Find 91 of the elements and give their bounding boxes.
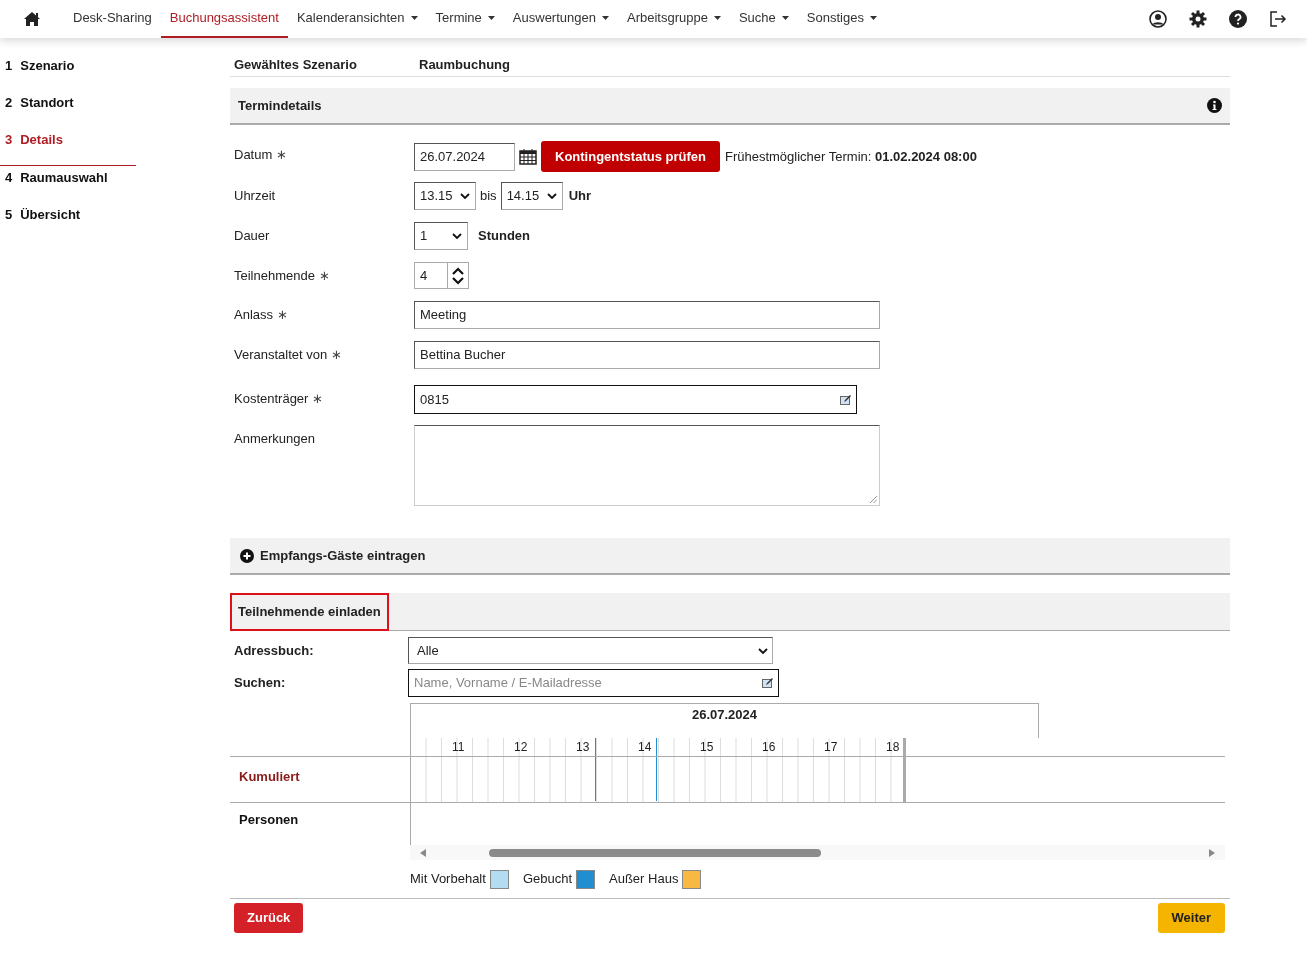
- unit-label: Uhr: [568, 187, 591, 206]
- timeline-row-label: Personen: [239, 811, 299, 829]
- required-mark: ∗: [277, 306, 289, 324]
- calendar-icon[interactable]: [519, 148, 537, 165]
- section-title: Teilnehmende einladen: [230, 592, 389, 631]
- section-title: Termindetails: [238, 96, 322, 115]
- help-icon[interactable]: [1229, 10, 1247, 28]
- legend-label: Mit Vorbehalt: [410, 870, 486, 889]
- field-label: Veranstaltet von: [234, 346, 328, 364]
- text-field[interactable]: Meeting: [414, 301, 880, 329]
- scenario-value: Raumbuchung: [419, 56, 510, 74]
- back-button[interactable]: Zurück: [234, 903, 304, 933]
- caret-icon: [487, 16, 495, 20]
- field-label: Kostenträger: [234, 390, 309, 408]
- plus-circle-icon: [240, 548, 254, 563]
- hour-label: 15: [700, 739, 714, 756]
- hour-label: 11: [452, 739, 465, 756]
- nav-menu-item[interactable]: Arbeitsgruppe: [617, 0, 730, 38]
- nav-menu-item[interactable]: Suche: [729, 0, 798, 38]
- step-link[interactable]: 2 Standort: [0, 91, 136, 128]
- info-icon[interactable]: [1207, 98, 1222, 113]
- hour-label: 16: [762, 739, 776, 756]
- settings-icon[interactable]: [1189, 10, 1207, 28]
- field-label: Anlass: [234, 306, 274, 324]
- field-label: Dauer: [234, 227, 270, 245]
- booking-start-line: [595, 738, 596, 801]
- required-mark: ∗: [312, 390, 324, 408]
- caret-icon: [601, 16, 609, 20]
- step-link[interactable]: 3 Details: [0, 128, 136, 166]
- required-mark: ∗: [331, 346, 343, 364]
- field-label: Datum: [234, 146, 273, 164]
- booking-end-line: [656, 738, 657, 801]
- chevron-down-icon: [460, 193, 470, 199]
- caret-icon: [410, 16, 418, 20]
- caret-icon: [713, 16, 721, 20]
- nav-menu-item[interactable]: Termine: [426, 0, 504, 38]
- timeline-date: 26.07.2024: [691, 706, 758, 724]
- horizontal-scrollbar[interactable]: [410, 845, 1225, 860]
- required-mark: ∗: [276, 146, 288, 164]
- scroll-left-icon[interactable]: [420, 848, 426, 857]
- scenario-label: Gewähltes Szenario: [234, 56, 358, 74]
- caret-icon: [781, 16, 789, 20]
- field-label: Uhrzeit: [234, 187, 276, 205]
- nav-menu-item[interactable]: Desk-Sharing: [64, 0, 161, 38]
- duration-select[interactable]: 1: [414, 222, 468, 250]
- nav-menu-item[interactable]: Sonstiges: [797, 0, 886, 38]
- date-field[interactable]: 26.07.2024: [414, 142, 515, 171]
- check-quota-button[interactable]: Kontingentstatus prüfen: [541, 141, 720, 172]
- chevron-down-icon: [758, 647, 768, 654]
- unit-label: Stunden: [478, 227, 530, 246]
- chevron-down-icon: [546, 193, 557, 199]
- timeline-row-label: Kumuliert: [239, 768, 300, 786]
- home-icon[interactable]: [23, 11, 41, 27]
- required-mark: ∗: [318, 267, 330, 285]
- hour-label: 18: [886, 739, 900, 756]
- hour-label: 14: [638, 739, 652, 756]
- text-field[interactable]: Bettina Bucher: [414, 341, 880, 369]
- field-label: Suchen:: [233, 674, 287, 693]
- field-label: Teilnehmende: [234, 267, 315, 285]
- step-link[interactable]: 4 Raumauswahl: [0, 166, 136, 203]
- step-link[interactable]: 5 Übersicht: [0, 203, 136, 240]
- scroll-right-icon[interactable]: [1209, 848, 1215, 857]
- next-button[interactable]: Weiter: [1157, 903, 1225, 933]
- caret-icon: [869, 16, 877, 20]
- text-field[interactable]: 0815: [414, 385, 857, 414]
- field-label: Anmerkungen: [234, 430, 315, 448]
- separator-text: bis: [480, 187, 497, 206]
- addressbook-select[interactable]: Alle: [408, 637, 773, 664]
- user-icon[interactable]: [1149, 10, 1167, 28]
- legend-label: Gebucht: [522, 870, 573, 889]
- earliest-date-text: Frühestmöglicher Termin: 01.02.2024 08:00: [724, 147, 977, 166]
- guests-section-header[interactable]: Empfangs-Gäste eintragen: [230, 538, 1230, 575]
- start-time-select[interactable]: 13.15: [414, 182, 476, 210]
- resize-handle-icon[interactable]: [870, 496, 877, 503]
- legend-label: Außer Haus: [609, 870, 679, 889]
- end-time-select[interactable]: 14.15: [500, 182, 563, 210]
- edit-icon[interactable]: [840, 394, 851, 405]
- hour-label: 17: [824, 739, 838, 756]
- logout-icon[interactable]: [1269, 11, 1287, 27]
- step-link[interactable]: 1 Szenario: [0, 54, 136, 91]
- search-field[interactable]: Name, Vorname / E-Mailadresse: [408, 669, 779, 697]
- chevron-down-icon: [452, 233, 462, 239]
- hour-label: 12: [514, 739, 528, 756]
- nav-menu-item[interactable]: Buchungsassistent: [160, 0, 288, 38]
- hour-label: 13: [576, 739, 590, 756]
- nav-menu-item[interactable]: Kalenderansichten: [287, 0, 427, 38]
- number-field[interactable]: 4: [414, 262, 469, 289]
- stepper-icon[interactable]: [451, 265, 465, 286]
- field-label: Adressbuch:: [233, 641, 315, 660]
- edit-icon[interactable]: [762, 678, 773, 688]
- nav-menu-item[interactable]: Auswertungen: [503, 0, 618, 38]
